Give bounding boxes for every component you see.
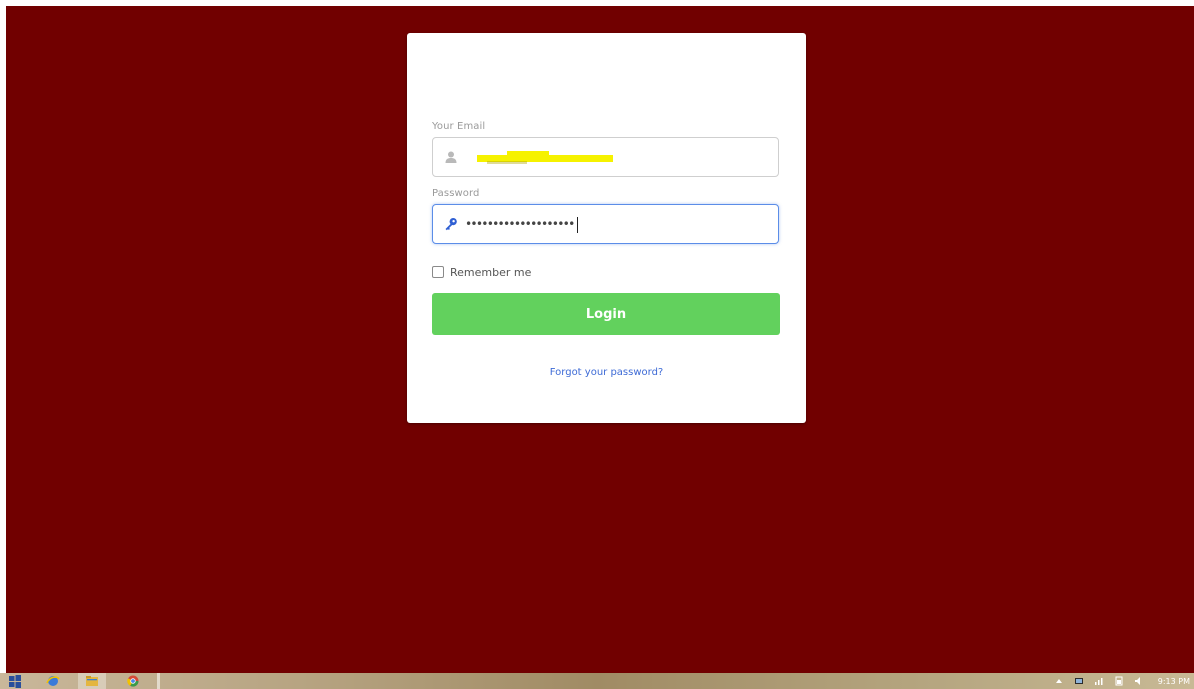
system-tray: 9:13 PM: [1044, 673, 1194, 689]
clock[interactable]: 9:13 PM: [1158, 677, 1190, 686]
chrome-icon[interactable]: [126, 674, 140, 688]
battery-icon[interactable]: [1114, 676, 1124, 686]
remember-me-checkbox[interactable]: [432, 266, 444, 278]
password-dots: ••••••••••••••••••••: [465, 217, 575, 231]
taskbar-divider: [157, 673, 160, 689]
remember-me-row[interactable]: Remember me: [432, 264, 531, 280]
key-icon: [445, 218, 457, 231]
email-field[interactable]: ████████████: [432, 137, 779, 177]
text-caret: [576, 216, 578, 233]
taskbar: 9:13 PM: [0, 673, 1194, 689]
remember-me-label[interactable]: Remember me: [450, 266, 531, 279]
internet-explorer-icon[interactable]: [46, 674, 60, 688]
password-label: Password: [432, 188, 480, 199]
email-label: Your Email: [432, 121, 486, 132]
volume-icon[interactable]: [1134, 676, 1144, 686]
network-icon[interactable]: [1074, 676, 1084, 686]
start-icon[interactable]: [8, 674, 22, 688]
login-button[interactable]: Login: [432, 293, 780, 335]
file-explorer-icon[interactable]: [85, 674, 99, 688]
email-redaction-highlight: [477, 150, 613, 166]
user-icon: [445, 151, 457, 163]
signal-icon[interactable]: [1094, 676, 1104, 686]
password-field[interactable]: ••••••••••••••••••••: [432, 204, 779, 244]
forgot-password-link[interactable]: Forgot your password?: [407, 367, 806, 378]
password-value: ••••••••••••••••••••: [465, 215, 578, 233]
screen: Your Email ████████████ Password: [0, 0, 1194, 689]
login-card: Your Email ████████████ Password: [407, 33, 806, 423]
show-hidden-icons-icon[interactable]: [1054, 676, 1064, 686]
login-page-background: Your Email ████████████ Password: [6, 6, 1194, 673]
